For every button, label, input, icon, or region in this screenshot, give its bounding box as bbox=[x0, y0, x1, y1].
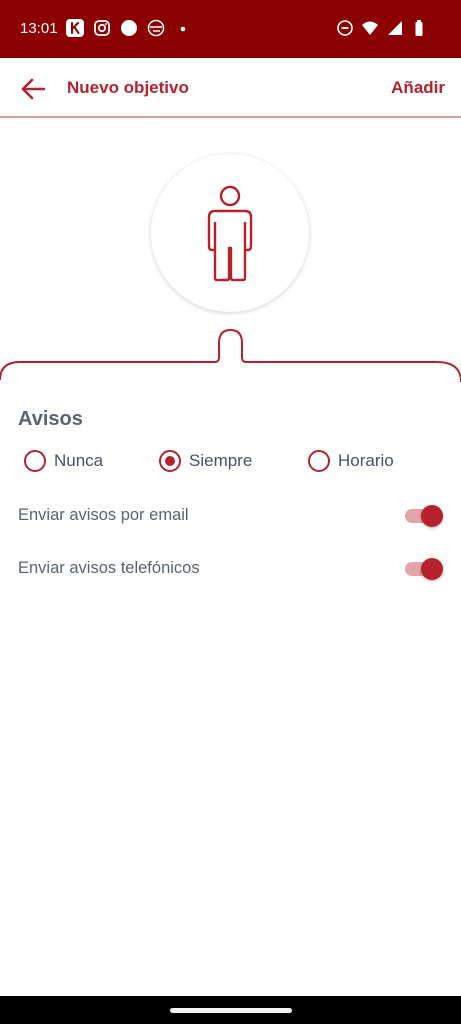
status-bar: 13:01 bbox=[0, 0, 461, 58]
back-arrow-icon[interactable] bbox=[18, 74, 48, 104]
radio-button[interactable] bbox=[24, 450, 46, 472]
phone-alerts-row: Enviar avisos telefónicos bbox=[18, 555, 443, 583]
add-button[interactable]: Añadir bbox=[391, 78, 445, 98]
card-outline bbox=[0, 328, 461, 383]
avatar[interactable] bbox=[151, 154, 309, 312]
k-app-icon bbox=[66, 19, 84, 37]
email-alerts-row: Enviar avisos por email bbox=[18, 502, 443, 530]
instagram-icon bbox=[94, 20, 110, 36]
globe-icon bbox=[147, 19, 165, 37]
notification-icons bbox=[66, 19, 192, 37]
dot-circle-icon bbox=[121, 20, 137, 36]
radio-label: Siempre bbox=[189, 451, 253, 470]
radio-siempre[interactable]: Siempre bbox=[159, 450, 252, 472]
signal-icon bbox=[388, 21, 402, 35]
home-handle[interactable] bbox=[170, 1008, 292, 1013]
phone-alerts-label: Enviar avisos telefónicos bbox=[18, 559, 200, 577]
toggle-thumb bbox=[421, 558, 443, 580]
toggle-thumb bbox=[421, 505, 443, 527]
radio-button[interactable] bbox=[308, 450, 330, 472]
email-alerts-label: Enviar avisos por email bbox=[18, 506, 189, 524]
do-not-disturb-icon bbox=[337, 20, 353, 36]
radio-button-selected[interactable] bbox=[159, 450, 181, 472]
email-alerts-toggle[interactable] bbox=[403, 504, 443, 528]
radio-label: Horario bbox=[338, 451, 394, 470]
system-icons bbox=[336, 19, 429, 37]
alert-mode-group: Nunca Siempre Horario bbox=[24, 450, 444, 474]
radio-label: Nunca bbox=[54, 451, 104, 470]
radio-horario[interactable]: Horario bbox=[308, 450, 394, 472]
battery-icon bbox=[415, 20, 423, 36]
navigation-bar bbox=[0, 996, 461, 1024]
phone-alerts-toggle[interactable] bbox=[403, 557, 443, 581]
status-time: 13:01 bbox=[20, 20, 58, 37]
small-dot-icon bbox=[180, 26, 186, 32]
wifi-icon bbox=[362, 21, 378, 35]
section-title: Avisos bbox=[18, 408, 83, 430]
app-bar: Nuevo objetivo Añadir bbox=[0, 58, 461, 118]
radio-nunca[interactable]: Nunca bbox=[24, 450, 103, 472]
page-title: Nuevo objetivo bbox=[67, 78, 189, 97]
person-icon bbox=[207, 185, 253, 282]
